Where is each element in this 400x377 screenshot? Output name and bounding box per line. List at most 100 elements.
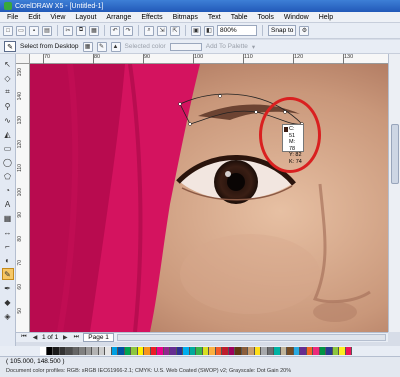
drawing-canvas[interactable] — [30, 64, 388, 332]
paste-icon[interactable]: ▦ — [89, 25, 99, 36]
v-ruler-tick: 50 — [17, 308, 23, 314]
add-to-palette-button[interactable]: Add To Palette — [206, 43, 248, 50]
shape-tool-icon[interactable]: ◇ — [2, 72, 14, 84]
first-page-icon[interactable]: ⏮ — [20, 334, 28, 341]
zoom-tool-icon[interactable]: ⚲ — [2, 100, 14, 112]
menu-bitmaps[interactable]: Bitmaps — [168, 14, 203, 21]
eyedropper-mode-icon[interactable]: ✎ — [96, 41, 107, 52]
menu-layout[interactable]: Layout — [70, 14, 101, 21]
menu-tools[interactable]: Tools — [252, 14, 278, 21]
eyedropper-tool-icon[interactable]: ✎ — [1, 268, 14, 280]
pick-tool-icon[interactable]: ↖ — [2, 58, 14, 70]
outline-pen-icon[interactable]: ✒ — [2, 282, 14, 294]
v-ruler-tick: 150 — [17, 68, 23, 77]
cut-icon[interactable]: ✂ — [63, 25, 73, 36]
selected-color-label: Selected color — [124, 43, 166, 50]
basic-shapes-icon[interactable]: ◔ — [2, 184, 14, 196]
add-to-palette-dropdown-icon[interactable]: ▾ — [252, 43, 255, 51]
next-page-icon[interactable]: ▶ — [61, 334, 69, 341]
freehand-tool-icon[interactable]: ∿ — [2, 114, 14, 126]
ruler-origin[interactable] — [16, 54, 30, 64]
open-folder-icon[interactable]: ▭ — [16, 25, 26, 36]
h-ruler-tick: 120 — [292, 54, 304, 64]
toolbar-divider — [262, 25, 263, 36]
last-page-icon[interactable]: ⏭ — [72, 334, 80, 341]
zoom-level-select[interactable]: 800% — [217, 25, 257, 36]
crop-tool-icon[interactable]: ⌗ — [2, 86, 14, 98]
menu-view[interactable]: View — [45, 14, 70, 21]
new-document-icon[interactable]: □ — [3, 25, 13, 36]
options-icon[interactable]: ⚙ — [299, 25, 310, 36]
menu-edit[interactable]: Edit — [23, 14, 45, 21]
h-ruler-tick: 100 — [192, 54, 204, 64]
smart-fill-icon[interactable]: ◭ — [2, 128, 14, 140]
snap-to-dropdown[interactable]: Snap to — [268, 25, 297, 36]
text-tool-icon[interactable]: A — [2, 198, 14, 210]
menu-arrange[interactable]: Arrange — [101, 14, 136, 21]
v-ruler-tick: 60 — [17, 284, 23, 290]
horizontal-ruler: 70 80 90 100 110 120 130 — [30, 54, 388, 64]
coreldraw-app-icon — [4, 2, 12, 10]
ellipse-tool-icon[interactable]: ◯ — [2, 156, 14, 168]
menu-table[interactable]: Table — [226, 14, 253, 21]
fill-tool-icon[interactable]: ◆ — [2, 296, 14, 308]
vertical-ruler: 150 140 130 120 110 100 90 80 70 60 50 — [16, 64, 30, 332]
v-ruler-tick: 110 — [17, 164, 23, 172]
status-bar: ( 105.000, 148.500 ) — [0, 356, 400, 366]
search-content-icon[interactable]: ⌕ — [144, 25, 154, 36]
select-from-desktop-button[interactable]: Select from Desktop — [20, 43, 79, 50]
redo-icon[interactable]: ↷ — [123, 25, 133, 36]
cmyk-cyan: C: 51 — [289, 126, 296, 139]
welcome-screen-icon[interactable]: ◧ — [204, 25, 214, 36]
toolbar-divider — [185, 25, 186, 36]
page-navigator: ⏮ ◀ 1 of 1 ▶ ⏭ Page 1 — [16, 332, 388, 342]
palette-swatch[interactable] — [345, 347, 352, 355]
import-icon[interactable]: ⇲ — [157, 25, 167, 36]
color-profile-bar: Document color profiles: RGB: sRGB IEC61… — [0, 366, 400, 377]
title-bar: CorelDRAW X5 - [Untitled-1] — [0, 0, 400, 12]
menu-help[interactable]: Help — [314, 14, 338, 21]
application-launcher-icon[interactable]: ▣ — [191, 25, 201, 36]
menu-effects[interactable]: Effects — [136, 14, 167, 21]
interactive-fill-icon[interactable]: ◈ — [2, 310, 14, 322]
apply-color-icon[interactable]: ▲ — [110, 41, 121, 52]
v-ruler-tick: 120 — [17, 140, 23, 149]
toolbar-divider — [57, 25, 58, 36]
tab-page-1[interactable]: Page 1 — [83, 333, 114, 342]
document-color-profile[interactable]: Document color profiles: RGB: sRGB IEC61… — [6, 368, 291, 374]
sampled-color-swatch — [284, 127, 288, 132]
menu-file[interactable]: File — [2, 14, 23, 21]
horizontal-scrollbar[interactable] — [116, 334, 386, 341]
save-icon[interactable]: ▪ — [29, 25, 39, 36]
cmyk-yellow: Y: 82 — [289, 152, 302, 158]
h-ruler-tick: 130 — [342, 54, 354, 64]
copy-icon[interactable]: ⧉ — [76, 25, 86, 36]
blend-tool-icon[interactable]: ◐ — [2, 254, 14, 266]
undo-icon[interactable]: ↶ — [110, 25, 120, 36]
v-ruler-tick: 80 — [17, 236, 23, 242]
standard-toolbar: □ ▭ ▪ ▤ ✂ ⧉ ▦ ↶ ↷ ⌕ ⇲ ⇱ ▣ ◧ 800% Snap to… — [0, 23, 400, 39]
dimension-tool-icon[interactable]: ↔ — [2, 226, 14, 238]
window-title: CorelDRAW X5 - [Untitled-1] — [15, 2, 104, 10]
toolbar-divider — [104, 25, 105, 36]
prev-page-icon[interactable]: ◀ — [31, 334, 39, 341]
color-palette — [0, 346, 400, 356]
connector-tool-icon[interactable]: ⌐ — [2, 240, 14, 252]
h-ruler-tick: 90 — [142, 54, 151, 64]
selected-color-swatch — [169, 42, 202, 51]
menu-window[interactable]: Window — [279, 14, 314, 21]
export-icon[interactable]: ⇱ — [170, 25, 180, 36]
grid-sample-icon[interactable]: ▦ — [82, 41, 93, 52]
vertical-scrollbar[interactable] — [388, 54, 400, 332]
eyedropper-icon[interactable]: ✎ — [4, 41, 16, 52]
table-tool-icon[interactable]: ▦ — [2, 212, 14, 224]
v-ruler-tick: 70 — [17, 260, 23, 266]
print-icon[interactable]: ▤ — [42, 25, 52, 36]
v-ruler-tick: 100 — [17, 188, 23, 197]
vertical-scroll-thumb[interactable] — [391, 124, 399, 184]
menu-bar: File Edit View Layout Arrange Effects Bi… — [0, 12, 400, 23]
h-ruler-tick: 110 — [243, 54, 253, 64]
rectangle-tool-icon[interactable]: ▭ — [2, 142, 14, 154]
polygon-tool-icon[interactable]: ⬠ — [2, 170, 14, 182]
menu-text[interactable]: Text — [203, 14, 226, 21]
